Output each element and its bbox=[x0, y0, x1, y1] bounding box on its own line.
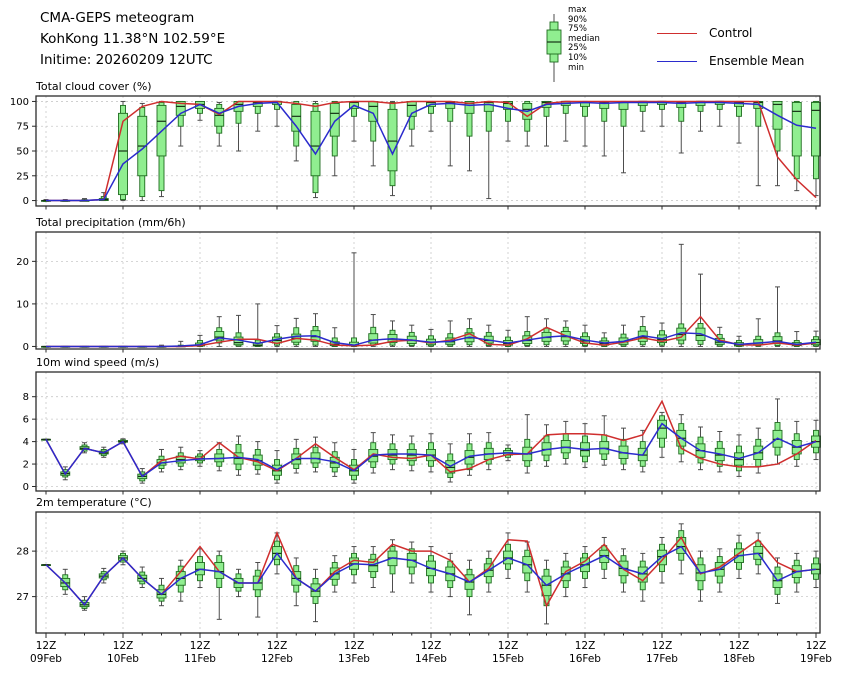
svg-text:12Z: 12Z bbox=[652, 640, 673, 652]
svg-text:12Z: 12Z bbox=[575, 640, 596, 652]
svg-text:12Z: 12Z bbox=[806, 640, 827, 652]
svg-text:10m wind speed (m/s): 10m wind speed (m/s) bbox=[36, 356, 159, 369]
svg-text:09Feb: 09Feb bbox=[30, 653, 62, 665]
svg-text:4: 4 bbox=[23, 437, 29, 448]
svg-text:13Feb: 13Feb bbox=[338, 653, 370, 665]
svg-text:12Z: 12Z bbox=[421, 640, 442, 652]
svg-text:18Feb: 18Feb bbox=[723, 653, 755, 665]
svg-text:100: 100 bbox=[10, 97, 29, 108]
svg-text:14Feb: 14Feb bbox=[415, 653, 447, 665]
svg-text:12Z: 12Z bbox=[498, 640, 519, 652]
svg-text:25: 25 bbox=[16, 171, 29, 182]
svg-text:2m temperature (°C): 2m temperature (°C) bbox=[36, 496, 152, 509]
svg-text:75: 75 bbox=[16, 122, 29, 133]
svg-text:12Feb: 12Feb bbox=[261, 653, 293, 665]
svg-text:0: 0 bbox=[23, 342, 29, 353]
meteogram-chart: 0255075100Total cloud cover (%)01020Tota… bbox=[0, 0, 841, 680]
svg-text:12Z: 12Z bbox=[36, 640, 57, 652]
svg-text:17Feb: 17Feb bbox=[646, 653, 678, 665]
svg-text:50: 50 bbox=[16, 147, 29, 158]
svg-text:27: 27 bbox=[16, 592, 29, 603]
svg-text:11Feb: 11Feb bbox=[184, 653, 216, 665]
svg-text:6: 6 bbox=[23, 415, 29, 426]
svg-text:19Feb: 19Feb bbox=[800, 653, 832, 665]
svg-text:0: 0 bbox=[23, 196, 29, 207]
svg-text:10Feb: 10Feb bbox=[107, 653, 139, 665]
svg-text:12Z: 12Z bbox=[190, 640, 211, 652]
svg-text:2: 2 bbox=[23, 460, 29, 471]
svg-text:12Z: 12Z bbox=[267, 640, 288, 652]
svg-text:8: 8 bbox=[23, 392, 29, 403]
svg-text:12Z: 12Z bbox=[113, 640, 134, 652]
svg-text:16Feb: 16Feb bbox=[569, 653, 601, 665]
svg-text:0: 0 bbox=[23, 482, 29, 493]
svg-text:15Feb: 15Feb bbox=[492, 653, 524, 665]
svg-text:Total cloud cover (%): Total cloud cover (%) bbox=[35, 80, 152, 93]
svg-text:20: 20 bbox=[16, 257, 29, 268]
svg-text:10: 10 bbox=[16, 299, 29, 310]
svg-text:12Z: 12Z bbox=[729, 640, 750, 652]
svg-text:12Z: 12Z bbox=[344, 640, 365, 652]
svg-text:28: 28 bbox=[16, 547, 29, 558]
svg-text:Total precipitation (mm/6h): Total precipitation (mm/6h) bbox=[35, 216, 186, 229]
